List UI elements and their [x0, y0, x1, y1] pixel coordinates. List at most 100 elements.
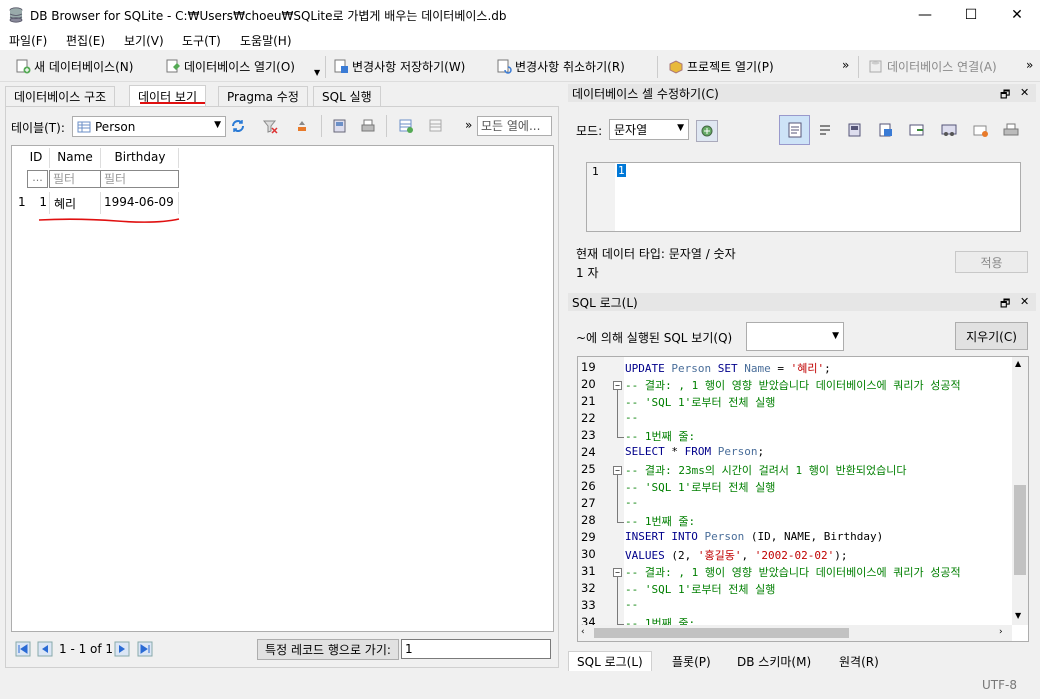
word-wrap-icon[interactable] [817, 122, 833, 141]
scrollbar-thumb[interactable] [594, 628, 849, 638]
toolbar-overflow-icon[interactable]: » [1026, 58, 1033, 72]
erase-icon[interactable] [972, 121, 990, 142]
clear-log-button[interactable]: 지우기(C) [955, 322, 1028, 350]
fold-guide [617, 437, 624, 438]
scrollbar-thumb[interactable] [1014, 485, 1026, 575]
cell-birthday[interactable]: 1994-06-09 [104, 195, 174, 209]
toolbar-overflow-icon[interactable]: » [842, 58, 849, 72]
open-dropdown-arrow-icon[interactable]: ▼ [314, 68, 320, 77]
log-line: 25 − -- 결과: 23ms의 시간이 걸려서 1 행이 반환되었습니다 [578, 462, 1012, 479]
close-button[interactable]: ✕ [994, 0, 1040, 30]
grid-header-row: ID Name Birthday [12, 146, 553, 168]
main-toolbar: 새 데이터베이스(N) 데이터베이스 열기(O) ▼ 변경사항 저장하기(W) … [0, 50, 1040, 82]
text-editor-icon[interactable] [779, 115, 810, 145]
sql-log-editor[interactable]: 19 UPDATE Person SET Name = '혜리'; 20− -- 결과… [577, 356, 1029, 642]
mode-selector[interactable]: 문자열 ▼ [609, 119, 689, 140]
fold-toggle-icon[interactable]: − [613, 466, 622, 475]
export-icon[interactable] [877, 121, 895, 142]
clear-filters-icon[interactable] [262, 118, 278, 137]
float-dock-icon[interactable]: 🗗 [1000, 86, 1010, 105]
last-page-icon[interactable] [137, 641, 153, 660]
filter-overflow-icon[interactable]: » [465, 118, 472, 132]
menu-view[interactable]: 보기(V) [124, 32, 164, 49]
delete-record-icon[interactable] [428, 118, 444, 137]
save-table-icon[interactable] [332, 118, 350, 137]
tab-db-schema[interactable]: DB 스키마(M) [737, 653, 811, 670]
column-header-birthday[interactable]: Birthday [102, 150, 178, 164]
close-dock-icon[interactable]: ✕ [1020, 295, 1029, 308]
filter-cell-birthday[interactable]: 필터 [100, 170, 179, 188]
cell-editor[interactable]: 1 1 [586, 162, 1021, 232]
column-header-id[interactable]: ID [25, 150, 47, 164]
filter-cell-name[interactable]: 필터 [49, 170, 101, 188]
float-dock-icon[interactable]: 🗗 [1000, 295, 1010, 314]
print-icon[interactable] [1002, 121, 1020, 142]
revert-changes-label: 변경사항 취소하기(R) [515, 59, 625, 74]
mode-selector-value: 문자열 [614, 123, 648, 137]
vertical-scrollbar[interactable]: ▲ ▼ [1012, 357, 1028, 625]
scroll-down-icon[interactable]: ▼ [1015, 611, 1021, 620]
import-icon[interactable] [846, 121, 864, 142]
tab-remote[interactable]: 원격(R) [839, 653, 879, 670]
refresh-icon[interactable] [230, 118, 246, 137]
minimize-button[interactable]: — [902, 0, 948, 30]
table-row[interactable]: 1 1 혜리 1994-06-09 [12, 192, 179, 214]
column-header-name[interactable]: Name [52, 150, 98, 164]
open-project-button[interactable]: 프로젝트 열기(P) [668, 56, 774, 76]
title-bar: DB Browser for SQLite - C:₩Users₩choeu₩S… [0, 0, 1040, 30]
filter-cell-id[interactable]: ... [27, 170, 48, 188]
revert-changes-button[interactable]: 변경사항 취소하기(R) [496, 56, 625, 76]
first-page-icon[interactable] [15, 641, 31, 660]
next-page-icon[interactable] [114, 641, 130, 660]
tab-database-structure[interactable]: 데이터베이스 구조 [5, 86, 116, 106]
editor-cell-value[interactable]: 1 [617, 164, 626, 177]
open-in-external-icon[interactable] [940, 121, 958, 142]
log-line-code: -- 'SQL 1'로부터 전체 실행 [625, 583, 776, 596]
revert-changes-icon [496, 58, 512, 74]
global-filter-input[interactable]: 모든 열에... [477, 116, 552, 136]
attach-database-button[interactable]: 데이터베이스 연결(A) [868, 56, 997, 76]
apply-button[interactable]: 적용 [955, 251, 1028, 273]
tab-plot[interactable]: 플롯(P) [672, 653, 711, 670]
insert-record-icon[interactable] [398, 118, 416, 137]
scroll-right-icon[interactable]: › [999, 627, 1003, 637]
cell-name[interactable]: 혜리 [54, 195, 76, 212]
new-database-icon [15, 58, 31, 74]
tab-sql-log[interactable]: SQL 로그(L) [568, 651, 652, 671]
open-database-button[interactable]: 데이터베이스 열기(O) [165, 56, 295, 76]
log-line-number: 31 [581, 564, 596, 578]
cell-id[interactable]: 1 [27, 195, 47, 209]
auto-switch-mode-icon[interactable] [696, 120, 718, 142]
close-dock-icon[interactable]: ✕ [1020, 86, 1029, 99]
table-selector[interactable]: Person ▼ [72, 116, 226, 137]
menu-file[interactable]: 파일(F) [9, 32, 47, 49]
maximize-button[interactable]: ☐ [948, 0, 994, 30]
grid-divider [100, 192, 101, 214]
set-null-icon[interactable] [908, 121, 926, 142]
write-changes-button[interactable]: 변경사항 저장하기(W) [333, 56, 465, 76]
submitted-by-selector[interactable]: ▼ [746, 322, 844, 351]
menu-edit[interactable]: 편집(E) [66, 32, 105, 49]
submitted-by-label: ~에 의해 실행된 SQL 보기(Q) [576, 331, 733, 345]
previous-page-icon[interactable] [37, 641, 53, 660]
log-line: 29 INSERT INTO Person (ID, NAME, Birthday… [578, 530, 1012, 547]
log-line-code: -- 1번째 줄: [625, 515, 696, 528]
menu-help[interactable]: 도움말(H) [240, 32, 292, 49]
log-line-number: 32 [581, 581, 596, 595]
tab-edit-pragmas[interactable]: Pragma 수정 [218, 86, 308, 106]
scroll-left-icon[interactable]: ‹ [581, 627, 585, 637]
print-icon[interactable] [360, 118, 376, 137]
fold-toggle-icon[interactable]: − [613, 381, 622, 390]
log-line: 23 -- 1번째 줄: [578, 428, 1012, 445]
goto-record-button[interactable]: 특정 레코드 행으로 가기: [257, 639, 399, 660]
table-icon [77, 120, 91, 134]
menu-tools[interactable]: 도구(T) [182, 32, 221, 49]
scroll-up-icon[interactable]: ▲ [1015, 359, 1021, 368]
clear-sorting-icon[interactable] [294, 118, 310, 137]
goto-record-input[interactable]: 1 [401, 639, 551, 659]
new-database-button[interactable]: 새 데이터베이스(N) [15, 56, 133, 76]
tab-execute-sql[interactable]: SQL 실행 [313, 86, 381, 106]
fold-guide [617, 475, 618, 522]
horizontal-scrollbar[interactable]: ‹ › [578, 625, 1012, 641]
fold-toggle-icon[interactable]: − [613, 568, 622, 577]
